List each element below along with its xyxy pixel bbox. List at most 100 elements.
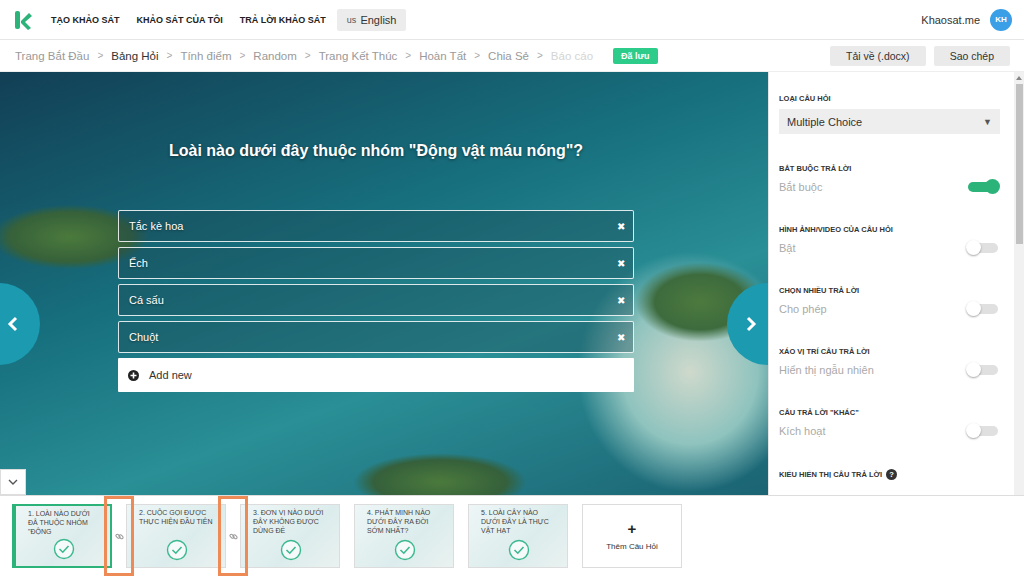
link-icon: [115, 532, 124, 541]
action-button[interactable]: Tải về (.docx): [830, 46, 926, 66]
toggle-switch[interactable]: [968, 182, 998, 192]
scroll-thumb[interactable]: [1016, 84, 1023, 244]
step-item[interactable]: Random: [253, 50, 296, 62]
setting-label: LOẠI CÂU HỎI: [779, 94, 1000, 103]
question-thumbnail[interactable]: 3. ĐƠN VỊ NÀO DƯỚI ĐÂY KHÔNG ĐƯỢC DÙNG Đ…: [240, 504, 340, 568]
step-item[interactable]: Tính điểm: [180, 50, 231, 62]
question-thumbnail[interactable]: 4. PHÁT MINH NÀO DƯỚI ĐÂY RA ĐỜI SỚM NHẤ…: [354, 504, 454, 568]
setting-value: Cho phép: [779, 303, 827, 315]
avatar[interactable]: KH: [990, 9, 1012, 31]
toggle-switch[interactable]: [968, 426, 998, 436]
language-button[interactable]: usEnglish: [337, 9, 407, 31]
question-link[interactable]: [112, 504, 126, 568]
collapse-button[interactable]: [0, 469, 26, 495]
plus-icon: +: [628, 521, 637, 536]
nav-link[interactable]: TRẢ LỜI KHẢO SÁT: [240, 15, 326, 25]
saved-badge: Đã lưu: [613, 48, 658, 64]
add-answer-button[interactable]: Add new: [118, 358, 634, 392]
setting-value: Bắt buộc: [779, 181, 822, 193]
question-type-select[interactable]: Multiple Choice▼: [779, 109, 1000, 134]
setting-item: XÁO VỊ TRÍ CÂU TRẢ LỜI Hiển thị ngẫu nhiê…: [779, 347, 1000, 378]
check-icon: [508, 539, 530, 561]
step-bar: Trang Bắt Đầu > Bảng Hỏi > Tính điểm > Random >…: [0, 40, 1024, 72]
language-label: English: [360, 14, 396, 26]
chevron-left-icon: [6, 315, 20, 333]
setting-item: BẮT BUỘC TRẢ LỜIBắt buộc: [779, 164, 1000, 195]
question-thumbnail[interactable]: 5. LOÀI CÂY NÀO DƯỚI ĐÂY LÀ THỰC VẬT HẠT: [468, 504, 568, 568]
step-separator: >: [474, 50, 480, 61]
question-thumbnail[interactable]: 2. CUỘC GỌI ĐƯỢC THỰC HIỆN ĐẦU TIÊN: [126, 504, 226, 568]
step-separator: >: [537, 50, 543, 61]
add-question-button[interactable]: +Thêm Câu Hỏi: [582, 504, 682, 568]
remove-button[interactable]: ✖: [617, 221, 625, 232]
scrollbar[interactable]: [1014, 72, 1024, 495]
toggle-knob: [966, 423, 981, 438]
answer-option[interactable]: Tắc kè hoa✖: [118, 210, 634, 242]
plus-circle-icon: [128, 370, 139, 381]
next-button[interactable]: [727, 283, 768, 365]
toggle-knob: [985, 179, 1000, 194]
toggle-knob: [966, 301, 981, 316]
question-title[interactable]: Loài nào dưới đây thuộc nhóm "Động vật m…: [169, 142, 583, 160]
step-item[interactable]: Trang Kết Thúc: [319, 50, 398, 62]
caret-icon: ▼: [983, 117, 992, 127]
account-name[interactable]: Khaosat.me: [921, 14, 980, 26]
step-separator: >: [240, 50, 246, 61]
step-item[interactable]: Bảng Hỏi: [111, 50, 158, 62]
step-separator: >: [405, 50, 411, 61]
setting-value: Kích hoạt: [779, 425, 825, 437]
toggle-switch[interactable]: [968, 243, 998, 253]
question-strip: 1. LOÀI NÀO DƯỚI ĐÂ THUỘC NHÓM "ĐỘNG2. C…: [0, 495, 1024, 576]
action-button[interactable]: Sao chép: [934, 46, 1010, 66]
answer-option[interactable]: Ếch✖: [118, 247, 634, 279]
setting-value: Hiển thị ngẫu nhiên: [779, 364, 874, 376]
setting-item: LOẠI CÂU HỎI Multiple Choice▼: [779, 94, 1000, 134]
chevron-right-icon: [744, 315, 758, 333]
scroll-up-icon[interactable]: [1016, 76, 1022, 80]
step-separator: >: [305, 50, 311, 61]
remove-button[interactable]: ✖: [617, 258, 625, 269]
nav-link[interactable]: KHẢO SÁT CỦA TÔI: [137, 15, 223, 25]
check-icon: [53, 538, 75, 560]
answer-option[interactable]: Cá sấu✖: [118, 284, 634, 316]
toggle-switch[interactable]: [968, 304, 998, 314]
setting-label: HÌNH ẢNH/VIDEO CỦA CÂU HỎI: [779, 225, 1000, 234]
question-thumbnail[interactable]: 1. LOÀI NÀO DƯỚI ĐÂ THUỘC NHÓM "ĐỘNG: [12, 504, 112, 568]
top-bar: TẠO KHẢO SÁT KHẢO SÁT CỦA TÔI TRẢ LỜI KHẢO…: [0, 0, 1024, 40]
prev-button[interactable]: [0, 283, 40, 365]
remove-button[interactable]: ✖: [617, 295, 625, 306]
answer-option[interactable]: Chuột✖: [118, 321, 634, 353]
check-icon: [394, 539, 416, 561]
flag: us: [347, 15, 357, 25]
setting-label: XÁO VỊ TRÍ CÂU TRẢ LỜI: [779, 347, 1000, 356]
check-icon: [166, 539, 188, 561]
question-canvas: Loài nào dưới đây thuộc nhóm "Động vật m…: [0, 72, 768, 495]
remove-button[interactable]: ✖: [617, 332, 625, 343]
toggle-knob: [966, 362, 981, 377]
steps: Trang Bắt Đầu > Bảng Hỏi > Tính điểm > Random >…: [15, 48, 658, 64]
setting-value: Bật: [779, 242, 796, 254]
nav-link[interactable]: TẠO KHẢO SÁT: [51, 15, 120, 25]
step-separator: >: [167, 50, 173, 61]
toggle-knob: [966, 240, 981, 255]
step-item[interactable]: Chia Sẻ: [488, 50, 529, 62]
step-item[interactable]: Trang Bắt Đầu: [15, 50, 89, 62]
question-link[interactable]: [226, 504, 240, 568]
link-icon: [229, 532, 238, 541]
setting-item: CÂU TRẢ LỜI "KHÁC" Kích hoạt: [779, 408, 1000, 439]
settings-panel: LOẠI CÂU HỎI Multiple Choice▼ BẮT BUỘC TRẢ…: [768, 72, 1024, 495]
setting-label: CÂU TRẢ LỜI "KHÁC": [779, 408, 1000, 417]
survey-editor: TẠO KHẢO SÁT KHẢO SÁT CỦA TÔI TRẢ LỜI KHẢO…: [0, 0, 1024, 576]
chevron-down-icon: [8, 478, 18, 486]
logo-icon[interactable]: [12, 9, 34, 31]
step-item[interactable]: Hoàn Tất: [419, 50, 466, 62]
setting-label: CHỌN NHIỀU TRẢ LỜI: [779, 286, 1000, 295]
toggle-switch[interactable]: [968, 365, 998, 375]
step-separator: >: [97, 50, 103, 61]
check-icon: [280, 539, 302, 561]
setting-item: CHỌN NHIỀU TRẢ LỜI Cho phép: [779, 286, 1000, 317]
step-item[interactable]: Báo cáo: [551, 50, 593, 62]
setting-label: KIỂU HIỂN THỊ CÂU TRẢ LỜI?: [779, 469, 1000, 480]
help-icon[interactable]: ?: [886, 469, 897, 480]
setting-item: KIỂU HIỂN THỊ CÂU TRẢ LỜI?: [779, 469, 1000, 480]
